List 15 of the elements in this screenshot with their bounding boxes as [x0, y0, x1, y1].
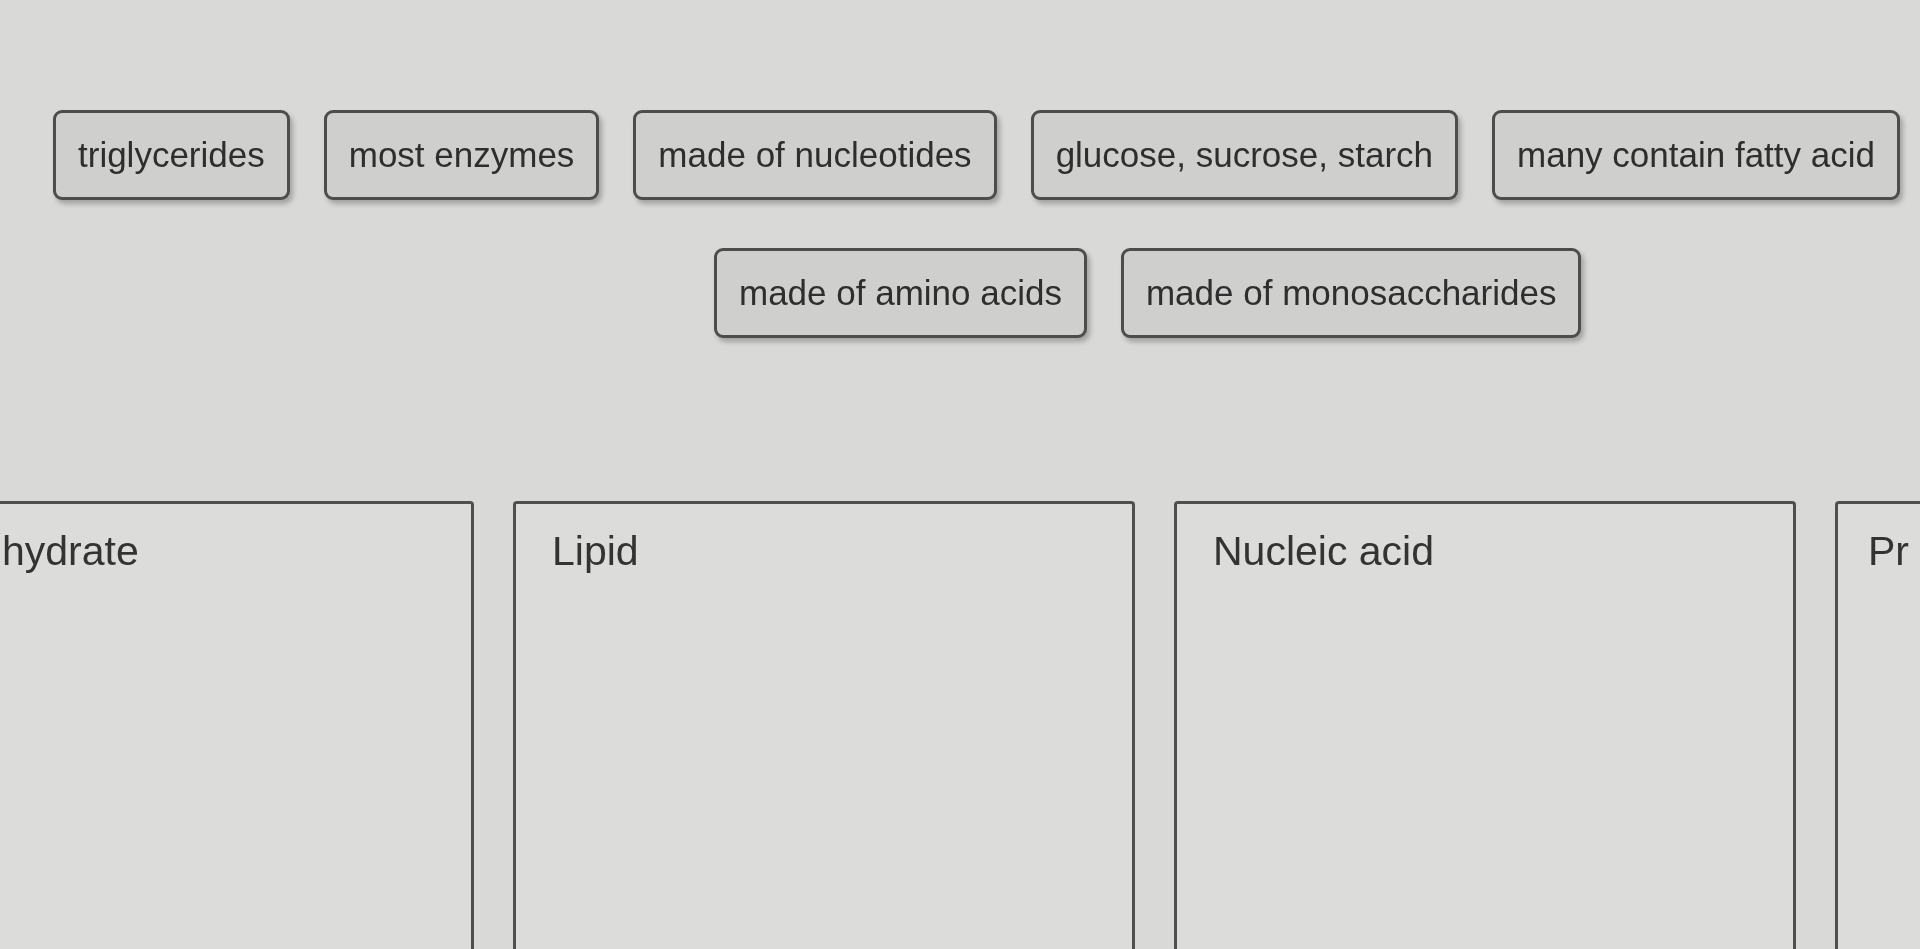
- drop-zone-label: Pr: [1868, 528, 1909, 574]
- drop-zone-label: Nucleic acid: [1213, 528, 1435, 574]
- answer-tile[interactable]: made of monosaccharides: [1120, 248, 1582, 338]
- answer-tile[interactable]: glucose, sucrose, starch: [1030, 110, 1459, 200]
- drop-zone[interactable]: Nucleic acid: [1174, 501, 1796, 949]
- drop-zone[interactable]: Lipid: [513, 501, 1135, 949]
- answer-tile[interactable]: made of amino acids: [714, 248, 1087, 338]
- answer-tile[interactable]: triglycerides: [53, 110, 290, 200]
- answer-tile[interactable]: many contain fatty acid: [1492, 110, 1900, 200]
- drop-zone[interactable]: hydrate: [0, 501, 474, 949]
- answer-tile[interactable]: made of nucleotides: [633, 110, 997, 200]
- answer-tile[interactable]: most enzymes: [323, 110, 600, 200]
- drop-zone-label: hydrate: [2, 528, 139, 574]
- drop-zone[interactable]: Pr: [1835, 501, 1920, 949]
- drop-zone-label: Lipid: [552, 528, 639, 574]
